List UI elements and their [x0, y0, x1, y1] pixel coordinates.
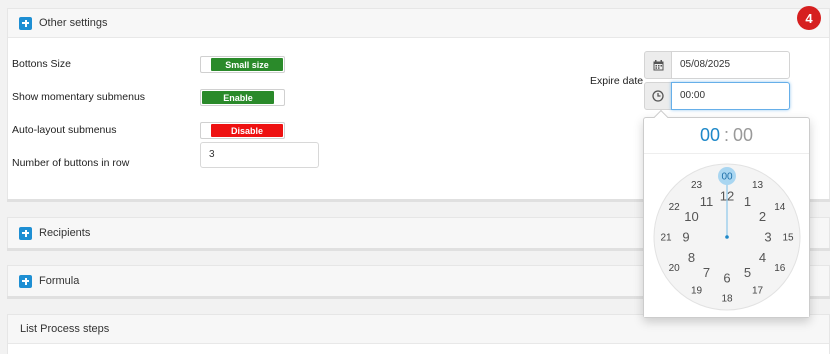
clock-outer-hour-23[interactable]: 23 — [691, 180, 703, 191]
clock-outer-hour-21[interactable]: 21 — [660, 233, 672, 244]
momentary-submenus-label: Show momentary submenus — [12, 91, 146, 103]
buttons-size-label: Bottons Size — [12, 58, 71, 70]
clockpicker-minutes[interactable]: 00 — [733, 125, 753, 146]
clock-inner-hour-10[interactable]: 10 — [684, 209, 698, 224]
autolayout-submenus-value: Disable — [211, 124, 283, 137]
clock-outer-hour-15[interactable]: 15 — [782, 233, 794, 244]
clock-outer-hour-17[interactable]: 17 — [752, 285, 764, 296]
list-process-steps-title: List Process steps — [20, 323, 110, 335]
clock-inner-hour-12[interactable]: 12 — [720, 189, 734, 204]
clockpicker-header: 00 : 00 — [644, 118, 809, 154]
clock-outer-hour-13[interactable]: 13 — [752, 180, 764, 191]
clock-inner-hour-8[interactable]: 8 — [688, 250, 695, 265]
clock-inner-hour-2[interactable]: 2 — [759, 209, 766, 224]
clock-inner-hour-11[interactable]: 11 — [700, 194, 714, 209]
clockpicker-body: 00 13 14 15 16 17 18 19 20 21 22 23 12 1 2 3 4 5 6 7 8 9 10 11 — [644, 154, 809, 317]
momentary-submenus-value: Enable — [202, 91, 274, 104]
clock-inner-hour-4[interactable]: 4 — [759, 250, 766, 265]
clock-outer-hour-19[interactable]: 19 — [691, 285, 703, 296]
clock-outer-hour-20[interactable]: 20 — [669, 263, 681, 274]
clock-outer-hour-16[interactable]: 16 — [774, 263, 786, 274]
list-process-steps-header: List Process steps — [8, 315, 829, 344]
autolayout-submenus-toggle[interactable]: Disable — [200, 122, 285, 139]
clock-center-dot — [725, 235, 729, 239]
plus-square-icon[interactable] — [19, 274, 32, 288]
formula-title: Formula — [39, 275, 80, 287]
clock-outer-hour-00[interactable]: 00 — [721, 172, 733, 183]
expire-time-input[interactable]: 00:00 — [671, 82, 790, 110]
recipients-title: Recipients — [39, 227, 91, 239]
other-settings-title: Other settings — [39, 17, 108, 29]
clock-icon — [652, 90, 664, 102]
calendar-icon — [653, 59, 664, 71]
momentary-submenus-toggle[interactable]: Enable — [200, 89, 285, 106]
step-number-badge: 4 — [797, 6, 821, 30]
clock-inner-hour-7[interactable]: 7 — [703, 265, 710, 280]
buttons-size-value: Small size — [211, 58, 283, 71]
plus-square-icon[interactable] — [19, 16, 32, 30]
clock-dial[interactable]: 00131415161718192021222312 1234567891011 — [653, 163, 801, 311]
expire-date-input[interactable]: 05/08/2025 — [671, 51, 790, 79]
clockpicker-hours[interactable]: 00 — [700, 125, 720, 146]
list-process-steps-panel: List Process steps — [7, 314, 830, 354]
calendar-addon[interactable] — [644, 51, 672, 79]
plus-square-icon[interactable] — [19, 226, 32, 240]
buttons-size-toggle[interactable]: Small size — [200, 56, 285, 73]
clock-inner-hour-5[interactable]: 5 — [744, 265, 751, 280]
expire-date-label: Expire date — [590, 75, 644, 87]
clockpicker-popover: 00 : 00 00 13 14 15 16 17 18 19 20 21 22 23 12 1 2 3 4 5 6… — [643, 109, 810, 318]
clock-inner-hour-9[interactable]: 9 — [682, 230, 689, 245]
other-settings-header[interactable]: Other settings — [8, 9, 829, 38]
buttons-in-row-input[interactable]: 3 — [200, 142, 319, 168]
clock-inner-hour-1[interactable]: 1 — [744, 194, 751, 209]
clock-addon[interactable] — [644, 82, 672, 110]
clock-inner-hour-3[interactable]: 3 — [764, 230, 771, 245]
autolayout-submenus-label: Auto-layout submenus — [12, 124, 117, 136]
clockpicker-separator: : — [723, 125, 729, 145]
clock-outer-hour-18[interactable]: 18 — [721, 294, 733, 305]
clock-outer-hour-22[interactable]: 22 — [669, 202, 681, 213]
buttons-in-row-label: Number of buttons in row — [12, 157, 130, 169]
clock-outer-hour-14[interactable]: 14 — [774, 202, 786, 213]
clock-inner-hour-6[interactable]: 6 — [723, 271, 730, 286]
